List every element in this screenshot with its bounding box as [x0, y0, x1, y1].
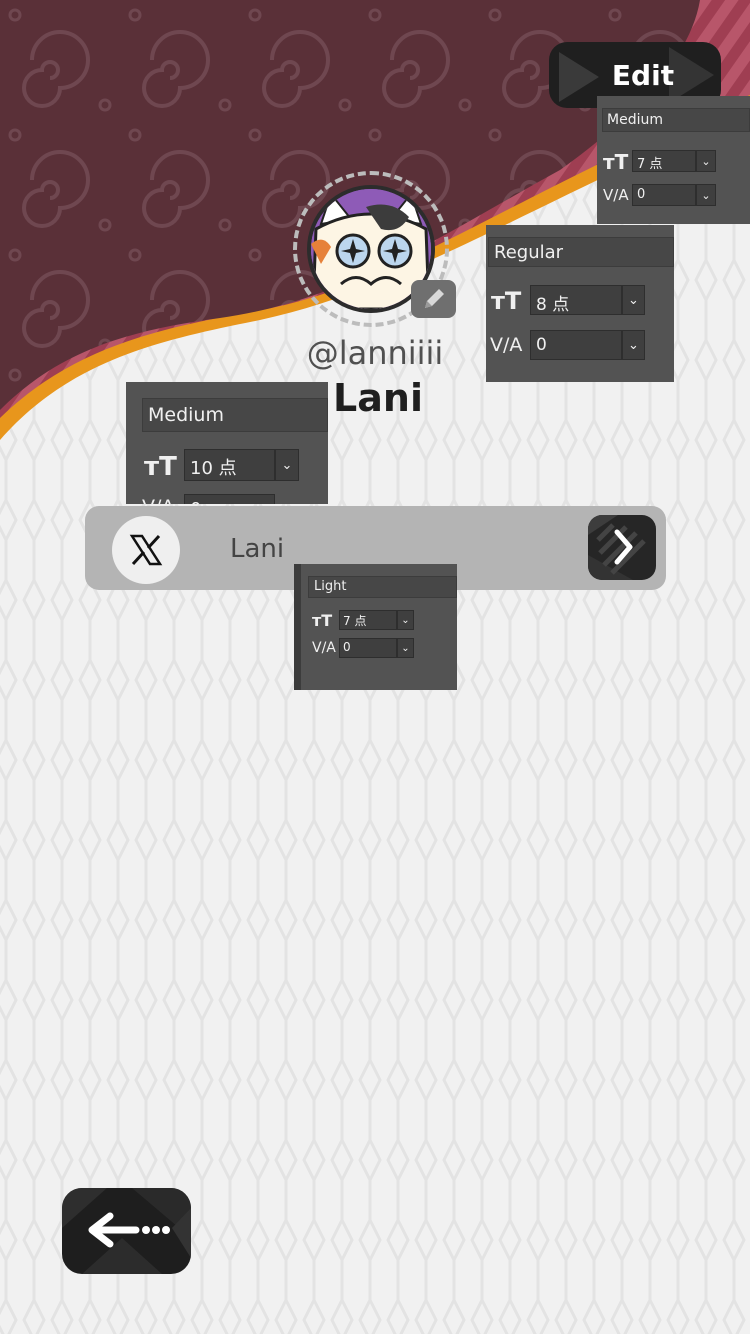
arrow-left-icon: [62, 1188, 191, 1274]
chevron-down-icon[interactable]: ⌄: [696, 150, 716, 172]
chevron-right-icon: [588, 515, 646, 580]
font-weight-label: Medium: [607, 112, 663, 128]
x-logo-icon: [112, 516, 180, 584]
chevron-down-icon[interactable]: ⌄: [397, 610, 414, 630]
edit-button-label: Edit: [611, 58, 675, 92]
tracking-value: 0: [536, 335, 547, 355]
open-link-button[interactable]: [588, 515, 656, 580]
font-size-icon: ᴛT: [603, 150, 629, 174]
chevron-down-icon[interactable]: ⌄: [622, 285, 645, 315]
social-link-label: Lani: [230, 534, 285, 564]
font-settings-panel: Regular ᴛT 8 点 ⌄ V/A 0 ⌄: [486, 225, 674, 382]
chevron-down-icon[interactable]: ⌄: [696, 184, 716, 206]
font-size-value: 7 点: [637, 157, 663, 172]
tracking-value: 0: [637, 187, 646, 202]
pencil-icon[interactable]: [411, 280, 456, 318]
font-size-value: 10 点: [190, 458, 237, 479]
tracking-icon: V/A: [603, 186, 629, 204]
tracking-value: 0: [190, 499, 201, 504]
tracking-icon: V/A: [312, 640, 336, 656]
font-size-icon: ᴛT: [312, 611, 333, 630]
back-button[interactable]: [62, 1188, 191, 1274]
font-weight-label: Medium: [148, 404, 224, 426]
font-size-icon: ᴛT: [491, 287, 522, 315]
font-size-value: 7 点: [343, 614, 367, 628]
font-settings-panel: Light ᴛT 7 点 ⌄ V/A 0 ⌄: [294, 564, 457, 690]
chevron-down-icon[interactable]: ⌄: [397, 638, 414, 658]
chevron-down-icon[interactable]: ⌄: [275, 449, 299, 481]
font-settings-panel: Medium ᴛT 10 点 ⌄ V/A 0: [126, 382, 328, 504]
chevron-down-icon[interactable]: ⌄: [622, 330, 645, 360]
font-weight-label: Regular: [494, 242, 564, 263]
font-settings-panel: Medium ᴛT 7 点 ⌄ V/A 0 ⌄: [597, 96, 750, 224]
font-weight-label: Light: [314, 579, 347, 594]
tracking-value: 0: [343, 640, 351, 654]
font-size-icon: ᴛT: [144, 452, 177, 482]
tracking-icon: V/A: [142, 496, 174, 504]
font-size-value: 8 点: [536, 295, 570, 315]
profile-handle: @lanniiii: [306, 334, 444, 372]
